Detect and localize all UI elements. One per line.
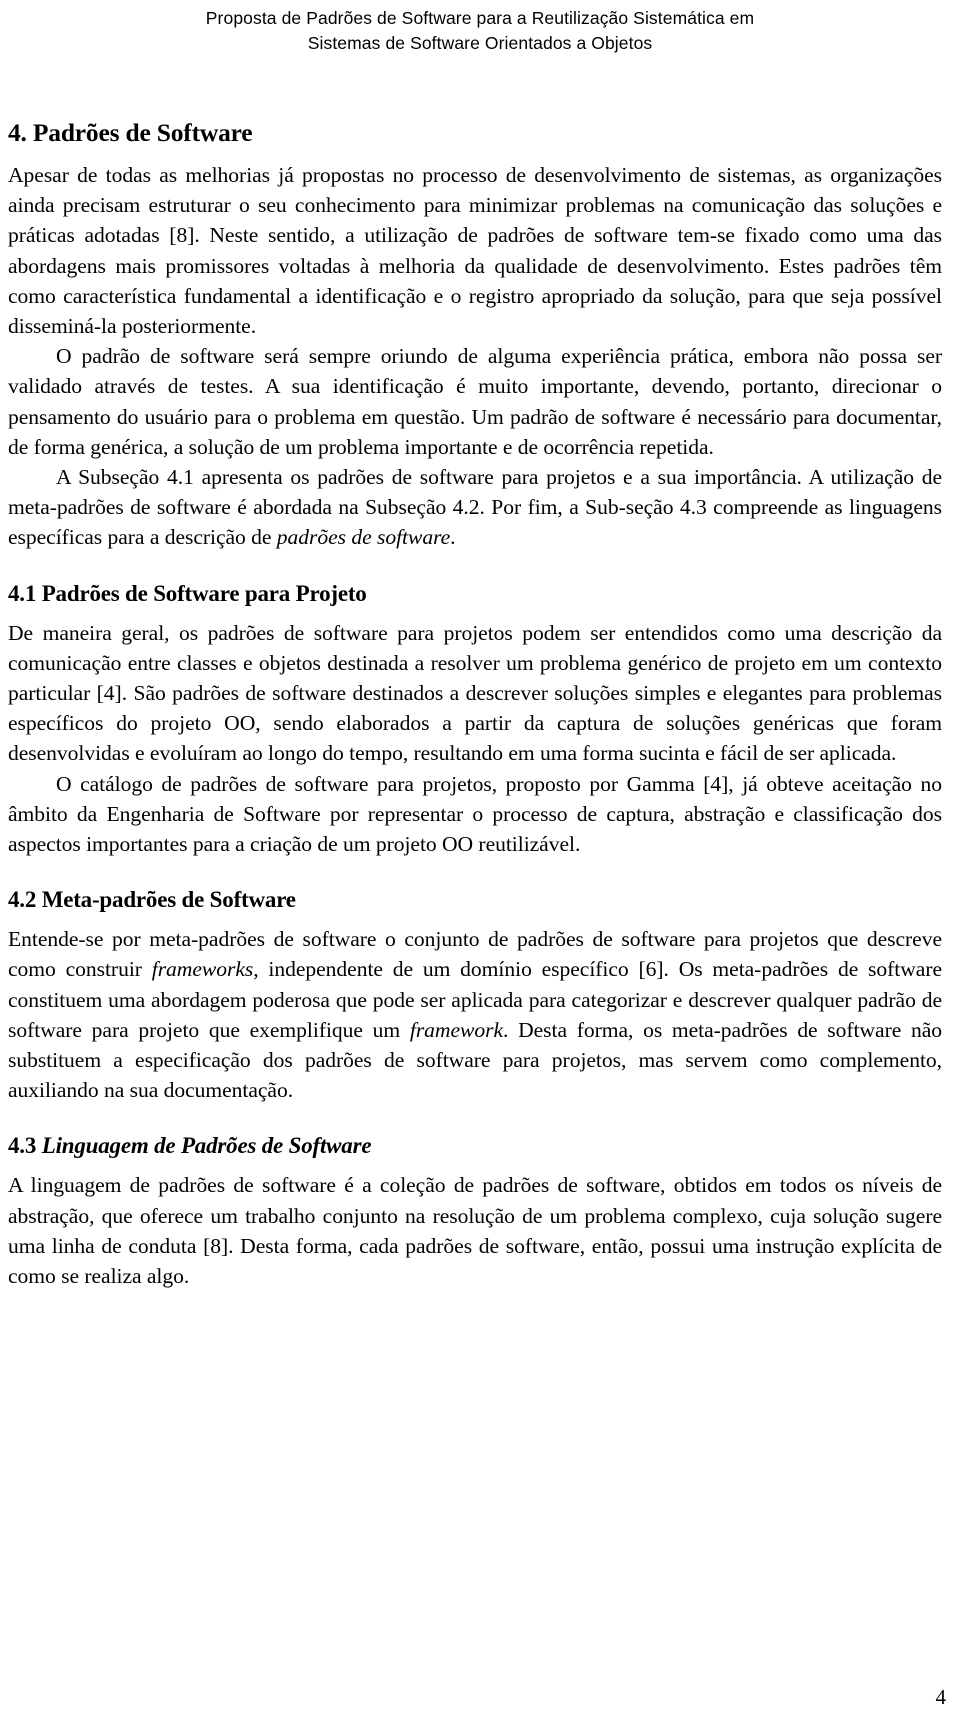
subsection-heading-4-3: 4.3 Linguagem de Padrões de Software — [8, 1131, 942, 1161]
page-number: 4 — [935, 1685, 947, 1709]
subsection-4-2-emphasis-frameworks: frameworks — [151, 957, 254, 982]
running-header-line-2: Sistemas de Software Orientados a Objeto… — [307, 33, 653, 53]
subsection-4-3-paragraph-1: A linguagem de padrões de software é a c… — [8, 1173, 942, 1289]
document-body: 4. Padrões de Software Apesar de todas a… — [8, 118, 942, 1291]
subsection-4-2-paragraph-1: Entende-se por meta-padrões de software … — [8, 924, 942, 1105]
section-4-paragraph-3-text-b: . — [450, 525, 456, 550]
subsection-4-3-title: Linguagem de Padrões de Software — [41, 1133, 372, 1159]
section-heading-4: 4. Padrões de Software — [8, 118, 253, 147]
subsection-4-1-paragraph-1: De maneira geral, os padrões de software… — [8, 620, 942, 766]
section-4-paragraph-3-emphasis: padrões de software — [276, 525, 451, 550]
running-header: Proposta de Padrões de Software para a R… — [0, 0, 960, 56]
subsection-4-2-emphasis-framework: framework — [409, 1017, 503, 1042]
section-4-paragraph-1: Apesar de todas as melhorias já proposta… — [8, 163, 942, 339]
section-4-paragraph-3: A Subseção 4.1 apresenta os padrões de s… — [8, 462, 942, 553]
subsection-4-1-paragraph-2: O catálogo de padrões de software para p… — [8, 771, 942, 857]
subsection-heading-4-2: 4.2 Meta-padrões de Software — [8, 887, 296, 913]
document-page: Proposta de Padrões de Software para a R… — [0, 0, 960, 1730]
section-4-paragraph-3-text-a: A Subseção 4.1 apresenta os padrões de s… — [8, 465, 942, 550]
section-4-paragraph-2: O padrão de software será sempre oriundo… — [8, 344, 942, 459]
subsection-heading-4-1: 4.1 Padrões de Software para Projeto — [8, 580, 367, 606]
subsection-4-3-number: 4.3 — [8, 1133, 37, 1159]
running-header-line-1: Proposta de Padrões de Software para a R… — [205, 8, 755, 28]
